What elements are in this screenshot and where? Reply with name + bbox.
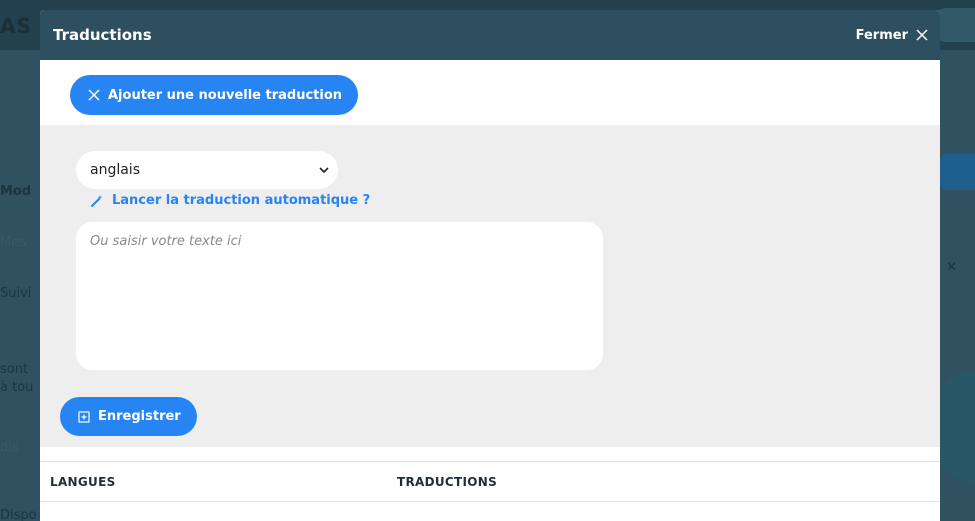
- auto-translate-link[interactable]: Lancer la traduction automatique ?: [90, 193, 370, 208]
- add-translation-button[interactable]: Ajouter une nouvelle traduction: [70, 75, 359, 115]
- close-button[interactable]: Fermer: [856, 28, 928, 43]
- magic-wand-icon: [91, 194, 103, 207]
- textarea-placeholder: Ou saisir votre texte ici: [90, 234, 242, 249]
- add-translation-label: Ajouter une nouvelle traduction: [108, 87, 343, 103]
- table-divider: [40, 501, 940, 502]
- background-text: Suivi: [0, 286, 32, 301]
- modal-title: Traductions: [53, 26, 152, 44]
- translation-form: anglais Lancer la traduction automatique…: [40, 125, 940, 447]
- translation-textarea[interactable]: Ou saisir votre texte ici: [76, 222, 603, 370]
- table-divider: [40, 461, 940, 462]
- auto-translate-label: Lancer la traduction automatique ?: [112, 193, 371, 208]
- language-select-value: anglais: [90, 162, 140, 178]
- close-label: Fermer: [855, 27, 908, 43]
- background-text: dis: [0, 440, 19, 455]
- close-icon: [88, 89, 100, 101]
- language-select[interactable]: anglais: [76, 151, 338, 189]
- background-badge: [940, 154, 975, 190]
- toolbar: Ajouter une nouvelle traduction: [40, 60, 940, 125]
- background-text: à tou: [0, 380, 34, 395]
- background-text: sont: [0, 362, 29, 377]
- close-icon: [916, 29, 928, 41]
- background-chevron-icon: ✕: [946, 260, 957, 275]
- translations-table: LANGUES TRADUCTIONS: [40, 447, 940, 521]
- background-text: Mes: [0, 235, 26, 250]
- plus-square-icon: [78, 410, 90, 423]
- background-text: Dispo: [0, 508, 37, 521]
- background-text: Mod: [0, 184, 32, 199]
- save-label: Enregistrer: [98, 409, 181, 424]
- modal-header: Traductions Fermer: [40, 10, 940, 60]
- save-button[interactable]: Enregistrer: [60, 397, 197, 436]
- column-header-translations: TRADUCTIONS: [397, 475, 498, 489]
- chevron-down-icon: [319, 167, 329, 174]
- translations-modal: Traductions Fermer Ajouter une nouvelle …: [40, 10, 940, 521]
- column-header-languages: LANGUES: [50, 475, 116, 489]
